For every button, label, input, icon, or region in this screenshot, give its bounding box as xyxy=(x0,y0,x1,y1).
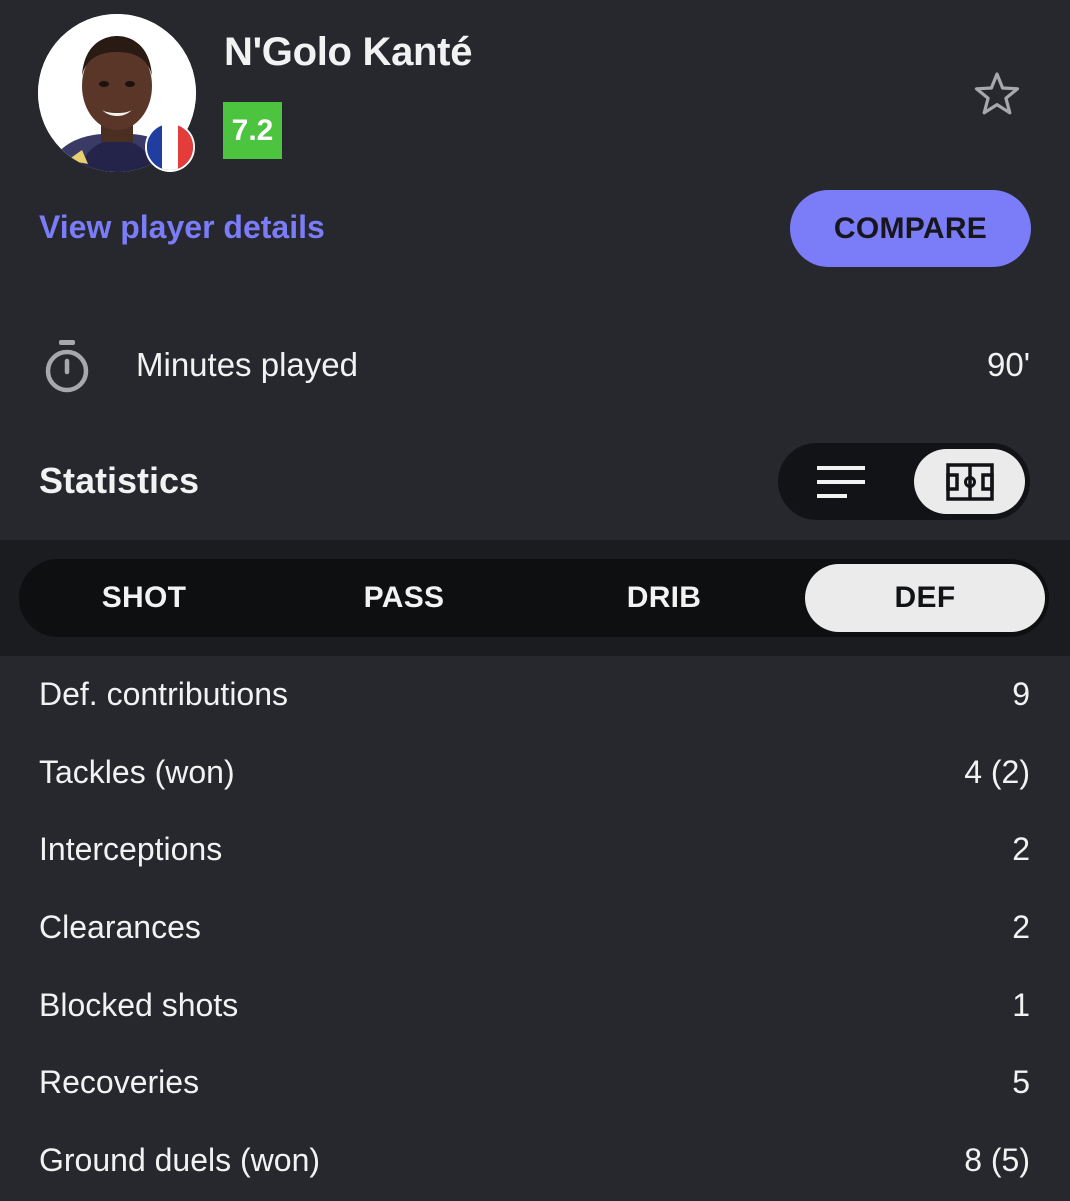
stats-view-toggle xyxy=(778,443,1030,520)
stat-value: 2 xyxy=(1012,831,1030,868)
rating-badge: 7.2 xyxy=(223,102,282,159)
star-outline-icon[interactable] xyxy=(970,68,1024,122)
stat-label: Clearances xyxy=(39,909,201,946)
stat-row-clearances: Clearances 2 xyxy=(0,890,1070,968)
stopwatch-icon xyxy=(45,340,89,393)
tab-pass[interactable]: PASS xyxy=(284,559,524,637)
stat-value: 5 xyxy=(1012,1064,1030,1101)
stat-value: 4 (2) xyxy=(964,753,1030,790)
tab-def[interactable]: DEF xyxy=(805,564,1045,632)
stat-value: 8 (5) xyxy=(964,1142,1030,1179)
stat-value: 1 xyxy=(1012,986,1030,1023)
stat-row-tackles: Tackles (won) 4 (2) xyxy=(0,735,1070,813)
stat-label: Blocked shots xyxy=(39,986,239,1023)
stat-category-bar: SHOT PASS DRIB DEF xyxy=(0,540,1070,656)
player-name: N'Golo Kanté xyxy=(224,30,473,74)
tab-drib[interactable]: DRIB xyxy=(544,559,784,637)
defense-stats-list: Def. contributions 9 Tackles (won) 4 (2)… xyxy=(0,657,1070,1201)
statistics-heading: Statistics xyxy=(39,460,200,501)
france-flag-icon xyxy=(145,122,195,172)
minutes-played-row: Minutes played 90' xyxy=(0,330,1070,402)
stat-value: 2 xyxy=(1012,909,1030,946)
player-header: N'Golo Kanté 7.2 View player details COM… xyxy=(0,0,1070,300)
pitch-view-icon xyxy=(945,462,994,501)
list-view-button[interactable] xyxy=(806,457,876,507)
stat-row-def-contributions: Def. contributions 9 xyxy=(0,657,1070,735)
compare-button[interactable]: COMPARE xyxy=(790,190,1031,267)
pitch-view-button[interactable] xyxy=(914,449,1025,514)
stat-label: Def. contributions xyxy=(39,676,289,712)
stat-label: Ground duels (won) xyxy=(39,1142,321,1179)
tab-shot[interactable]: SHOT xyxy=(24,559,264,637)
stat-row-interceptions: Interceptions 2 xyxy=(0,812,1070,890)
stat-category-tabs: SHOT PASS DRIB DEF xyxy=(19,559,1049,637)
stat-label: Interceptions xyxy=(39,831,223,868)
view-player-details-link[interactable]: View player details xyxy=(39,209,325,246)
stat-row-ground-duels: Ground duels (won) 8 (5) xyxy=(0,1123,1070,1201)
stat-label: Recoveries xyxy=(39,1064,200,1101)
stat-value: 9 xyxy=(1012,676,1030,712)
stat-row-blocked-shots: Blocked shots 1 xyxy=(0,968,1070,1046)
minutes-played-label: Minutes played xyxy=(136,346,358,383)
stat-row-recoveries: Recoveries 5 xyxy=(0,1045,1070,1123)
list-view-icon xyxy=(817,466,865,498)
stat-label: Tackles (won) xyxy=(39,753,235,790)
minutes-played-value: 90' xyxy=(986,346,1030,383)
